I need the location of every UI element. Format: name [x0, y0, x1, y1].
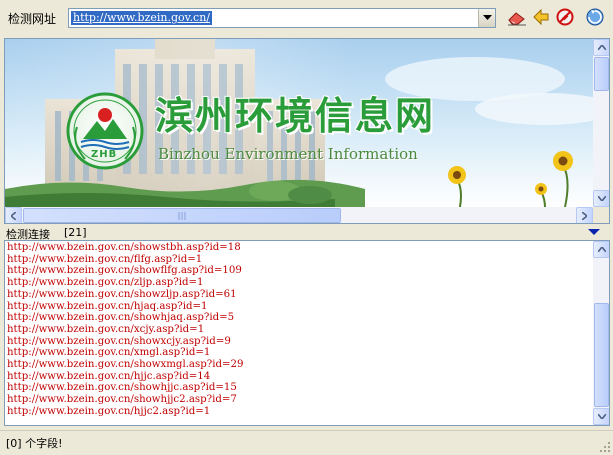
url-input-value[interactable]: http://www.bzein.gov.cn/ — [71, 11, 212, 25]
chevron-down-icon — [597, 414, 606, 419]
scroll-thumb[interactable] — [23, 208, 341, 223]
link-item[interactable]: http://www.bzein.gov.cn/hjaq.asp?id=1 — [7, 301, 208, 313]
status-bar: [0] 个字段! — [0, 430, 613, 455]
collapse-toggle-icon[interactable] — [588, 229, 600, 235]
site-title: 滨州环境信息网 — [155, 94, 436, 138]
links-header: 检测连接 [21] — [4, 226, 610, 241]
link-item[interactable]: http://www.bzein.gov.cn/showxcjy.asp?id=… — [7, 336, 231, 348]
url-dropdown-button[interactable] — [478, 9, 495, 27]
link-item[interactable]: http://www.bzein.gov.cn/zljp.asp?id=1 — [7, 277, 204, 289]
link-item[interactable]: http://www.bzein.gov.cn/hjjc.asp?id=14 — [7, 371, 210, 383]
back-button[interactable] — [530, 6, 552, 28]
scroll-thumb[interactable] — [594, 57, 609, 91]
link-item[interactable]: http://www.bzein.gov.cn/flfg.asp?id=1 — [7, 254, 202, 266]
link-item[interactable]: http://www.bzein.gov.cn/showstbh.asp?id=… — [7, 242, 241, 254]
chevron-down-icon — [597, 196, 606, 201]
scroll-left-button[interactable] — [5, 207, 22, 223]
chevron-down-icon — [482, 15, 492, 20]
chevron-up-icon — [597, 45, 606, 50]
web-preview-pane[interactable]: ZHB 滨州环境信息网 Binzhou Environment Informat… — [4, 38, 610, 224]
links-vertical-scrollbar[interactable] — [593, 241, 609, 425]
scroll-corner — [593, 207, 609, 223]
scroll-up-button[interactable] — [593, 241, 609, 258]
scroll-up-button[interactable] — [593, 39, 609, 56]
scroll-down-button[interactable] — [593, 408, 609, 425]
chevron-up-icon — [597, 247, 606, 252]
site-banner: ZHB 滨州环境信息网 Binzhou Environment Informat… — [5, 39, 593, 207]
address-label: 检测网址 — [8, 12, 57, 26]
link-item[interactable]: http://www.bzein.gov.cn/showzljp.asp?id=… — [7, 289, 237, 301]
status-text: [0] 个字段! — [6, 437, 63, 450]
link-item[interactable]: http://www.bzein.gov.cn/showxmgl.asp?id=… — [7, 359, 244, 371]
emblem-text: ZHB — [91, 149, 118, 160]
browser-horizontal-scrollbar[interactable] — [5, 207, 593, 223]
resize-grip-icon[interactable] — [599, 441, 611, 453]
grip-icon — [178, 212, 186, 220]
url-input[interactable]: http://www.bzein.gov.cn/ — [68, 8, 496, 28]
globe-refresh-icon — [586, 8, 604, 26]
links-list[interactable]: http://www.bzein.gov.cn/showstbh.asp?id=… — [4, 240, 610, 426]
scroll-thumb[interactable] — [594, 303, 609, 407]
erase-button[interactable] — [506, 6, 528, 28]
link-item[interactable]: http://www.bzein.gov.cn/xcjy.asp?id=1 — [7, 324, 204, 336]
browser-vertical-scrollbar[interactable] — [593, 39, 609, 207]
chevron-left-icon — [11, 211, 16, 220]
links-count: [21] — [64, 226, 87, 239]
eraser-icon — [508, 12, 526, 26]
link-item[interactable]: http://www.bzein.gov.cn/hjjc2.asp?id=1 — [7, 406, 210, 418]
scroll-down-button[interactable] — [593, 190, 609, 207]
stop-button[interactable] — [554, 6, 576, 28]
site-subtitle: Binzhou Environment Information — [158, 145, 418, 163]
address-toolbar: 检测网址 http://www.bzein.gov.cn/ — [0, 0, 613, 36]
stop-icon — [556, 8, 574, 26]
link-item[interactable]: http://www.bzein.gov.cn/showhjjc.asp?id=… — [7, 382, 237, 394]
back-arrow-icon — [533, 8, 549, 26]
refresh-button[interactable] — [584, 6, 606, 28]
link-item[interactable]: http://www.bzein.gov.cn/showhjaq.asp?id=… — [7, 312, 234, 324]
scroll-right-button[interactable] — [576, 207, 593, 223]
chevron-right-icon — [582, 211, 587, 220]
link-item[interactable]: http://www.bzein.gov.cn/showhjjc2.asp?id… — [7, 394, 237, 406]
link-item[interactable]: http://www.bzein.gov.cn/showflfg.asp?id=… — [7, 265, 242, 277]
link-item[interactable]: http://www.bzein.gov.cn/xmgl.asp?id=1 — [7, 347, 210, 359]
